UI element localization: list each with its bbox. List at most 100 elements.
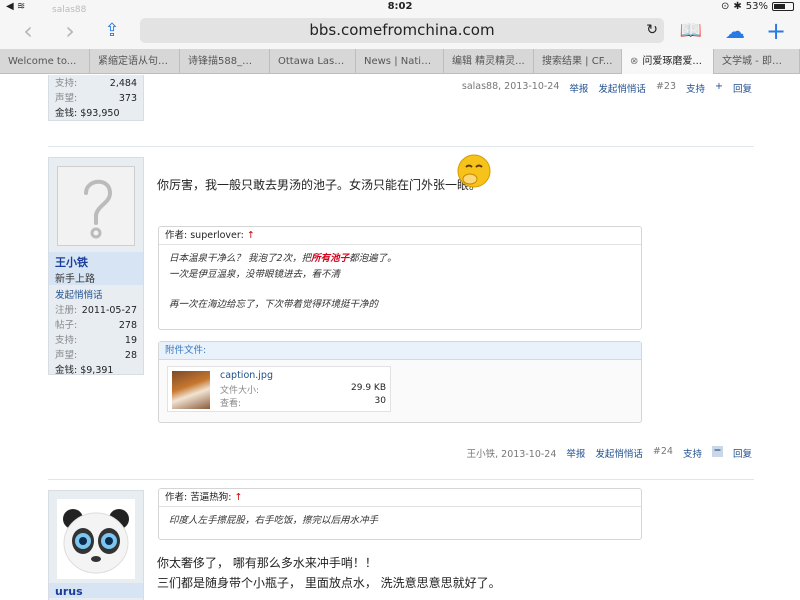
post-number: #24 bbox=[652, 446, 673, 457]
post-number: #23 bbox=[655, 81, 676, 92]
tab-7-active[interactable]: ⊗ 问爱琢磨爱... bbox=[622, 49, 714, 74]
reload-icon[interactable]: ↻ bbox=[646, 18, 658, 43]
user-panel-prev: 支持: 2,484 声望: 373 金钱: $93,950 bbox=[48, 75, 144, 121]
post-author-date: 王小铁, 2013-10-24 bbox=[466, 449, 557, 460]
quote-prefix: 作者: bbox=[165, 230, 191, 241]
quote-line: 再一次在海边给忘了，下次带着觉得环境挺干净的 bbox=[169, 299, 379, 310]
stat-key: 帖子: bbox=[55, 320, 78, 331]
report-link[interactable]: 举报 bbox=[566, 446, 585, 460]
quote-prefix: 作者: bbox=[165, 492, 191, 503]
tab-1[interactable]: 紧缩定语从句“... bbox=[90, 49, 180, 74]
stat-money: 金钱: $9,391 bbox=[49, 363, 143, 378]
username[interactable]: urus bbox=[49, 585, 143, 598]
user-rank: 新手上路 bbox=[55, 274, 95, 285]
quote-block-25: 作者: 苦逼热狗: ↑ 印度人左手擦屁股，右手吃饭，擦完以后用水冲手 bbox=[158, 488, 642, 540]
bookmarks-icon[interactable]: 📖 bbox=[678, 18, 704, 44]
tab-0[interactable]: Welcome to... bbox=[0, 49, 90, 74]
tab-6[interactable]: 搜索结果 | CF... bbox=[534, 49, 622, 74]
quote-author[interactable]: superlover: bbox=[190, 230, 244, 241]
quote-line: 印度人左手擦屁股，右手吃饭，擦完以后用水冲手 bbox=[169, 515, 379, 526]
money-value: 金钱: $93,950 bbox=[55, 108, 120, 119]
ghost-username: salas88 bbox=[52, 5, 87, 15]
quote-jump-arrow[interactable]: ↑ bbox=[247, 230, 255, 241]
attachment-card[interactable]: caption.jpg 文件大小: 29.9 KB 查看: 30 bbox=[167, 366, 391, 412]
url-bar[interactable]: bbs.comefromchina.com ↻ bbox=[140, 18, 664, 43]
post-meta-23: salas88, 2013-10-24 举报 发起悄悄话 #23 支持 + 回复 bbox=[462, 81, 752, 95]
post-text-25-line2: 三们都是随身带个小瓶子， 里面放点水， 洗洗意思意思就好了。 bbox=[157, 576, 501, 590]
url-text: bbs.comefromchina.com bbox=[309, 21, 495, 39]
money-value: 金钱: $9,391 bbox=[55, 365, 114, 376]
attachment-thumbnail[interactable] bbox=[172, 371, 210, 409]
attachment-header: 附件文件: bbox=[159, 342, 641, 360]
stat-key: 注册: bbox=[55, 305, 78, 316]
browser-toolbar: salas88 ‹ › ⇪ bbs.comefromchina.com ↻ 📖 … bbox=[0, 6, 800, 49]
reply-link[interactable]: 回复 bbox=[733, 81, 752, 95]
quote-body: 印度人左手擦屁股，右手吃饭，擦完以后用水冲手 bbox=[159, 507, 641, 535]
attachment-views-row: 查看: 30 bbox=[220, 396, 386, 409]
avatar-panda[interactable] bbox=[57, 499, 135, 579]
tab-4[interactable]: News | Natio... bbox=[356, 49, 444, 74]
pm-link[interactable]: 发起悄悄话 bbox=[49, 285, 143, 303]
views-label: 查看: bbox=[220, 399, 242, 409]
stat-value: 19 bbox=[124, 335, 137, 346]
question-mark-icon bbox=[84, 179, 113, 239]
tab-bar: Welcome to... 紧缩定语从句“... 诗锋描588_文... Ott… bbox=[0, 49, 800, 74]
user-panel-24: 王小铁 新手上路 发起悄悄话 注册: 2011-05-27 帖子: 278 支持… bbox=[48, 157, 144, 378]
quote-jump-arrow[interactable]: ↑ bbox=[234, 492, 242, 503]
stat-key: 支持: bbox=[55, 78, 78, 89]
stat-key: 声望: bbox=[55, 93, 78, 104]
stat-value: 2011-05-27 bbox=[81, 305, 137, 316]
plus-button[interactable]: + bbox=[715, 81, 723, 95]
cloud-tabs-icon[interactable]: ☁ bbox=[720, 18, 750, 44]
minus-button[interactable]: − bbox=[711, 446, 723, 457]
close-tab-icon[interactable]: ⊗ bbox=[630, 56, 638, 67]
stat-row: 支持: 2,484 bbox=[49, 76, 143, 91]
stat-row: 声望: 28 bbox=[49, 348, 143, 363]
attachment-size-row: 文件大小: 29.9 KB bbox=[220, 383, 386, 396]
panda-avatar-icon bbox=[63, 509, 129, 574]
bluetooth-icon: ✱ bbox=[733, 1, 742, 12]
battery-percent: 53% bbox=[745, 1, 768, 12]
tab-2[interactable]: 诗锋描588_文... bbox=[180, 49, 270, 74]
stat-row: 支持: 19 bbox=[49, 333, 143, 348]
stat-row: 声望: 373 bbox=[49, 91, 143, 106]
support-link[interactable]: 支持 bbox=[683, 446, 702, 460]
stat-value: 2,484 bbox=[109, 78, 137, 89]
stat-row: 注册: 2011-05-27 bbox=[49, 303, 143, 318]
stat-value: 373 bbox=[118, 93, 137, 104]
post-text-25-line1: 你太奢侈了， 哪有那么多水来冲手哨！！ bbox=[157, 556, 377, 570]
size-label: 文件大小: bbox=[220, 386, 260, 396]
stat-key: 声望: bbox=[55, 350, 78, 361]
tab-3[interactable]: Ottawa Laser... bbox=[270, 49, 356, 74]
tab-8[interactable]: 文学城 - 即时... bbox=[714, 49, 800, 74]
stat-key: 支持: bbox=[55, 335, 78, 346]
stat-row: 帖子: 278 bbox=[49, 318, 143, 333]
tab-7-label: 问爱琢磨爱... bbox=[642, 56, 702, 67]
post-author-date: salas88, 2013-10-24 bbox=[461, 81, 560, 92]
user-panel-25: urus bbox=[48, 490, 144, 600]
username[interactable]: 王小铁 bbox=[49, 254, 143, 270]
attachment-filename[interactable]: caption.jpg bbox=[220, 370, 273, 381]
quote-line: 都泡遍了。 bbox=[349, 253, 397, 264]
support-link[interactable]: 支持 bbox=[686, 81, 705, 95]
quote-header: 作者: superlover: ↑ bbox=[159, 227, 641, 245]
quote-author[interactable]: 苦逼热狗: bbox=[190, 492, 231, 503]
laughing-emoji-icon bbox=[456, 153, 492, 189]
forward-icon[interactable]: › bbox=[60, 18, 80, 44]
tab-5[interactable]: 编辑 精灵精灵... bbox=[444, 49, 534, 74]
pm-link[interactable]: 发起悄悄话 bbox=[598, 81, 646, 95]
share-icon[interactable]: ⇪ bbox=[100, 18, 124, 44]
back-icon[interactable]: ‹ bbox=[18, 18, 38, 44]
reply-link[interactable]: 回复 bbox=[733, 446, 752, 460]
avatar-default[interactable] bbox=[57, 166, 135, 246]
pm-link[interactable]: 发起悄悄话 bbox=[595, 446, 643, 460]
report-link[interactable]: 举报 bbox=[569, 81, 588, 95]
stat-value: 28 bbox=[124, 350, 137, 361]
status-time: 8:02 bbox=[387, 1, 413, 12]
battery-icon bbox=[772, 2, 794, 11]
quote-header: 作者: 苦逼热狗: ↑ bbox=[159, 489, 641, 507]
stat-value: 278 bbox=[118, 320, 137, 331]
quote-block-24: 作者: superlover: ↑ 日本温泉干净么？ 我泡了2次，把所有池子都泡… bbox=[158, 226, 642, 330]
post-text-24: 你厉害，我一般只敢去男汤的池子。女汤只能在门外张一眼。 bbox=[157, 178, 482, 192]
new-tab-icon[interactable]: + bbox=[764, 18, 788, 44]
